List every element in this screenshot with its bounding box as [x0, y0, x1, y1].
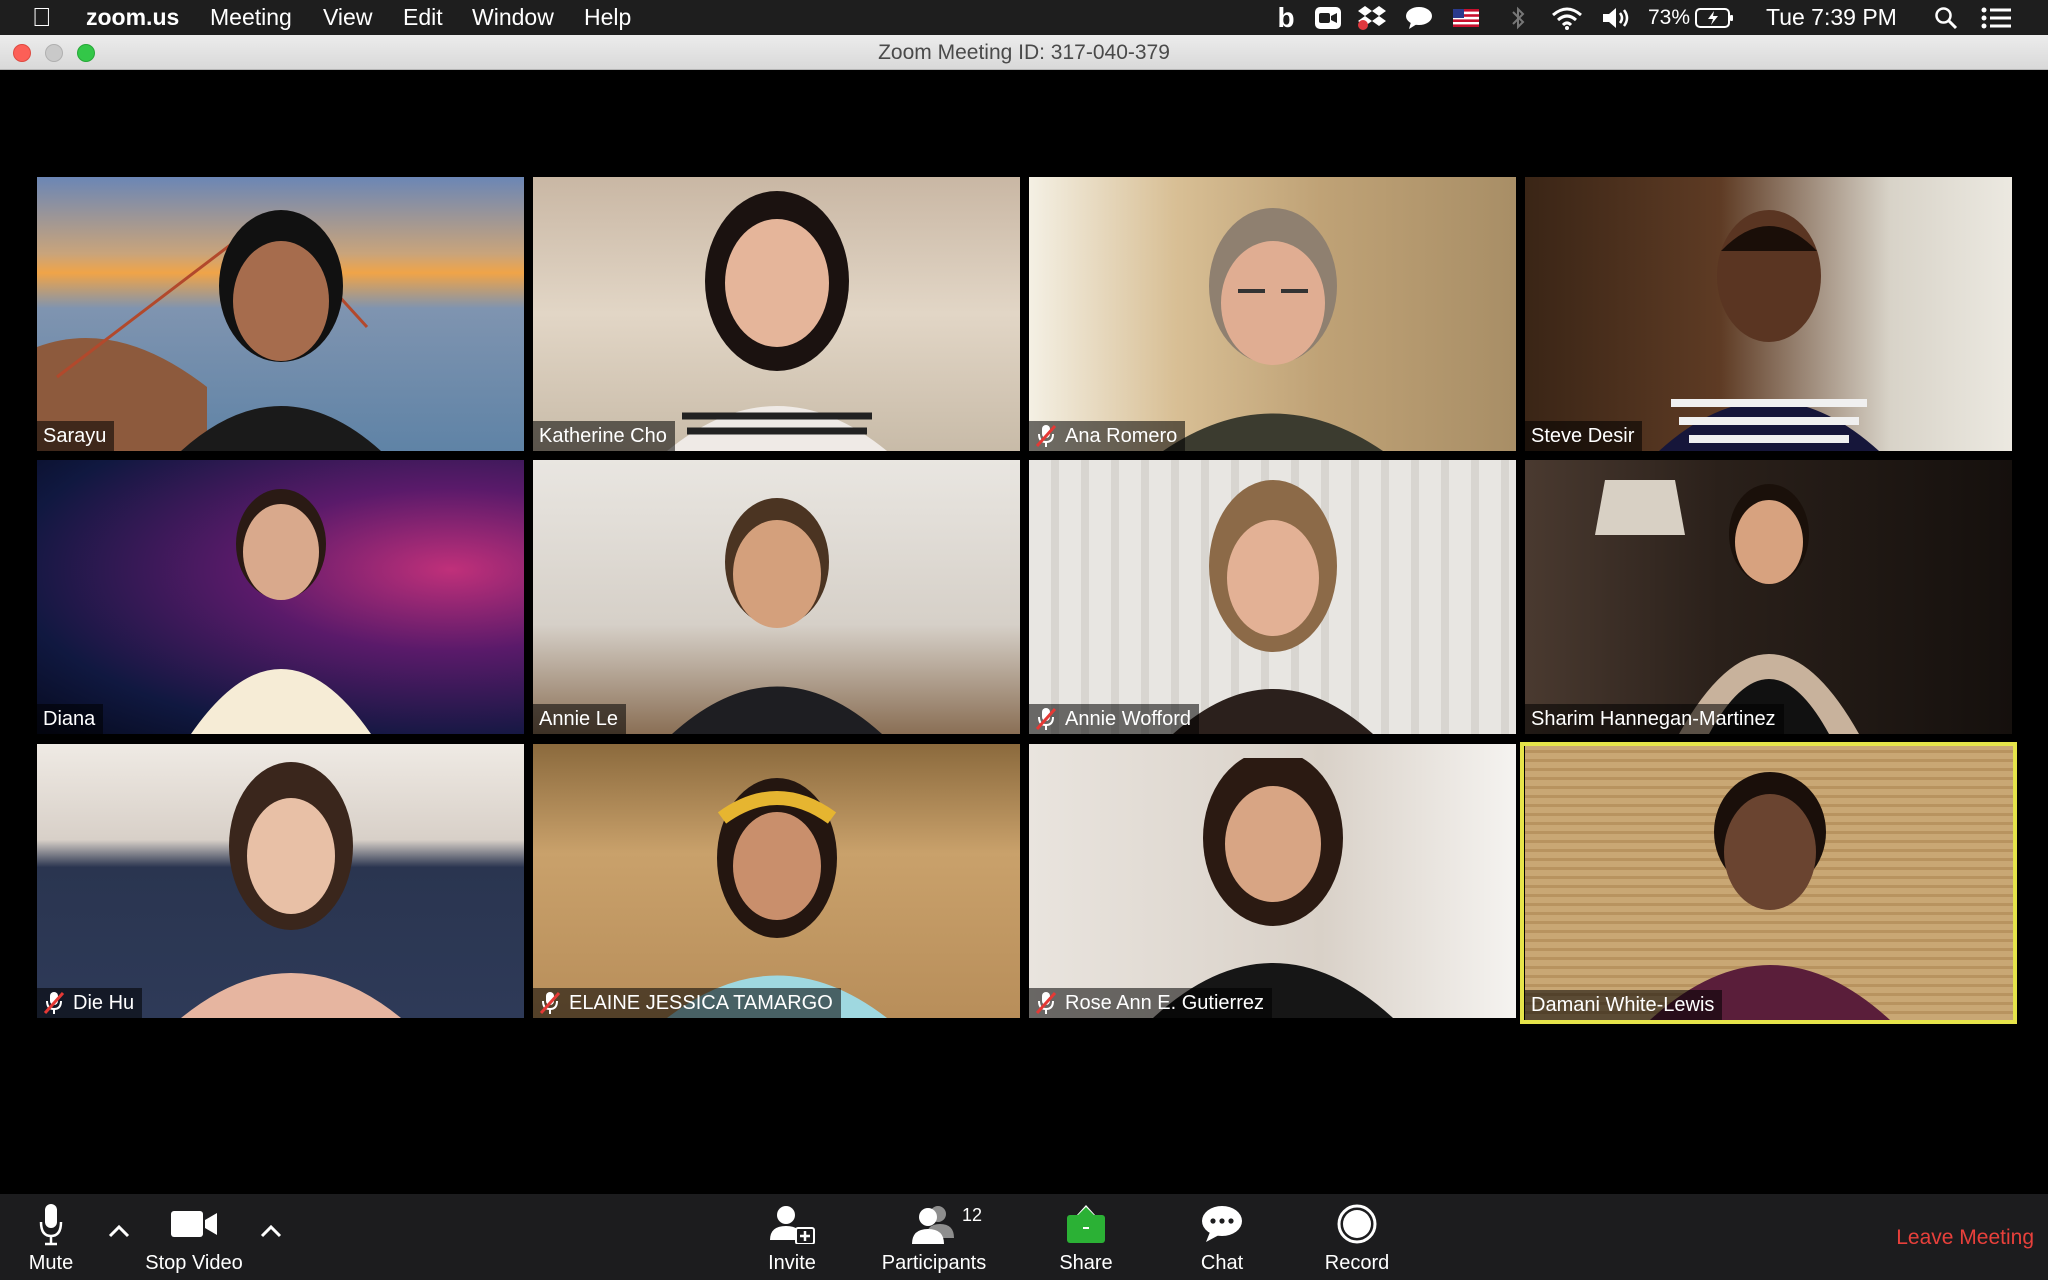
clock[interactable]: Tue 7:39 PM [1766, 0, 1897, 35]
leave-meeting-button[interactable]: Leave Meeting [1896, 1226, 2034, 1250]
chat-label: Chat [1200, 1252, 1244, 1274]
add-person-icon [770, 1206, 815, 1244]
microphone-muted-icon [1035, 424, 1057, 448]
us-flag-icon[interactable] [1452, 0, 1480, 35]
audio-options-caret-icon[interactable] [104, 1218, 134, 1244]
participant-name: Katherine Cho [539, 425, 667, 447]
chat-button[interactable]: Chat [1196, 1200, 1248, 1275]
zoom-icon[interactable] [1314, 0, 1342, 35]
participant-video [666, 778, 887, 1018]
microphone-icon [39, 1204, 63, 1246]
participant-name: Rose Ann E. Gutierrez [1065, 992, 1264, 1014]
video-tile-annie-wofford[interactable]: Annie Wofford [1029, 460, 1516, 734]
chat-bubble-icon[interactable] [1404, 0, 1434, 35]
participant-video [1152, 758, 1393, 1018]
stop-video-button[interactable]: Stop Video [145, 1200, 243, 1275]
microphone-muted-icon [1035, 991, 1057, 1015]
video-tile-sharim-hannegan-martinez[interactable]: Sharim Hannegan-Martinez [1525, 460, 2012, 734]
video-tile-katherine-cho[interactable]: Katherine Cho [533, 177, 1020, 451]
video-tile-die-hu[interactable]: Die Hu [37, 744, 524, 1018]
menu-bar:  zoom.us Meeting View Edit Window Help … [0, 0, 2048, 35]
volume-icon[interactable] [1600, 0, 1634, 35]
participants-icon [912, 1206, 954, 1244]
menu-window[interactable]: Window [472, 0, 554, 35]
video-options-caret-icon[interactable] [256, 1218, 286, 1244]
participant-video [1172, 480, 1373, 734]
microphone-muted-icon [539, 991, 561, 1015]
bluetooth-icon[interactable] [1508, 0, 1528, 35]
participant-video [1162, 208, 1383, 451]
share-screen-button[interactable]: Share [1058, 1200, 1114, 1275]
participant-name: Diana [43, 708, 96, 730]
name-label: Rose Ann E. Gutierrez [1029, 988, 1272, 1018]
participant-name: ELAINE JESSICA TAMARGO [569, 992, 833, 1014]
participant-name: Steve Desir [1531, 425, 1635, 447]
battery-charging-icon[interactable] [1694, 0, 1736, 35]
notification-center-icon[interactable] [1980, 0, 2012, 35]
invite-button[interactable]: Invite [762, 1200, 822, 1275]
name-label: Annie Le [533, 704, 626, 734]
invite-label: Invite [768, 1252, 816, 1274]
share-screen-icon [1067, 1205, 1105, 1243]
video-tile-ana-romero[interactable]: Ana Romero [1029, 177, 1516, 451]
stop-video-label: Stop Video [145, 1252, 243, 1274]
mute-label: Mute [28, 1252, 74, 1274]
menu-view[interactable]: View [323, 0, 372, 35]
menu-help[interactable]: Help [584, 0, 631, 35]
window-title: Zoom Meeting ID: 317-040-379 [878, 41, 1170, 64]
microphone-muted-icon [1035, 707, 1057, 731]
active-speaker-highlight [1520, 742, 2017, 1024]
wifi-icon[interactable] [1550, 0, 1584, 35]
apple-logo-icon[interactable]:  [32, 1, 52, 34]
share-label: Share [1059, 1252, 1113, 1274]
name-label: Die Hu [37, 988, 143, 1018]
participant-video [666, 191, 887, 451]
menu-app-name[interactable]: zoom.us [86, 0, 179, 35]
name-label: Sharim Hannegan-Martinez [1525, 704, 1784, 734]
participant-video [1658, 210, 1879, 451]
menu-edit[interactable]: Edit [403, 0, 443, 35]
record-label: Record [1324, 1252, 1390, 1274]
video-tile-sarayu[interactable]: Sarayu [37, 177, 524, 451]
participant-name: Annie Wofford [1065, 708, 1192, 730]
participant-video [671, 498, 882, 734]
bold-b-icon[interactable]: b [1274, 0, 1298, 35]
mute-button[interactable]: Mute [24, 1200, 78, 1275]
video-tile-elaine-jessica-tamargo[interactable]: ELAINE JESSICA TAMARGO [533, 744, 1020, 1018]
record-icon [1337, 1204, 1377, 1244]
participant-count-badge: 12 [962, 1205, 983, 1225]
name-label: Sarayu [37, 421, 115, 451]
name-label: Annie Wofford [1029, 704, 1200, 734]
name-label: ELAINE JESSICA TAMARGO [533, 988, 841, 1018]
microphone-muted-icon [43, 991, 65, 1015]
participant-video [1678, 484, 1859, 734]
chat-icon [1202, 1206, 1242, 1242]
participant-name: Ana Romero [1065, 425, 1178, 447]
name-label: Steve Desir [1525, 421, 1643, 451]
video-tile-rose-ann-gutierrez[interactable]: Rose Ann E. Gutierrez [1029, 744, 1516, 1018]
participant-video [180, 762, 401, 1018]
name-label: Katherine Cho [533, 421, 675, 451]
menu-meeting[interactable]: Meeting [210, 0, 292, 35]
video-tile-annie-le[interactable]: Annie Le [533, 460, 1020, 734]
record-button[interactable]: Record [1324, 1200, 1390, 1275]
participant-name: Sarayu [43, 425, 107, 447]
participant-video [180, 210, 381, 451]
spotlight-search-icon[interactable] [1932, 0, 1960, 35]
video-camera-icon [171, 1211, 217, 1237]
dropbox-icon[interactable] [1356, 0, 1388, 35]
battery-percent[interactable]: 73% [1648, 0, 1690, 35]
video-tile-diana[interactable]: Diana [37, 460, 524, 734]
participant-name: Annie Le [539, 708, 618, 730]
name-label: Ana Romero [1029, 421, 1186, 451]
meeting-controls-bar [0, 1194, 2048, 1280]
participant-video [190, 489, 371, 734]
name-label: Diana [37, 704, 104, 734]
video-tile-steve-desir[interactable]: Steve Desir [1525, 177, 2012, 451]
participant-name: Die Hu [73, 992, 135, 1014]
participant-name: Sharim Hannegan-Martinez [1531, 708, 1776, 730]
participants-label: Participants [881, 1252, 987, 1274]
